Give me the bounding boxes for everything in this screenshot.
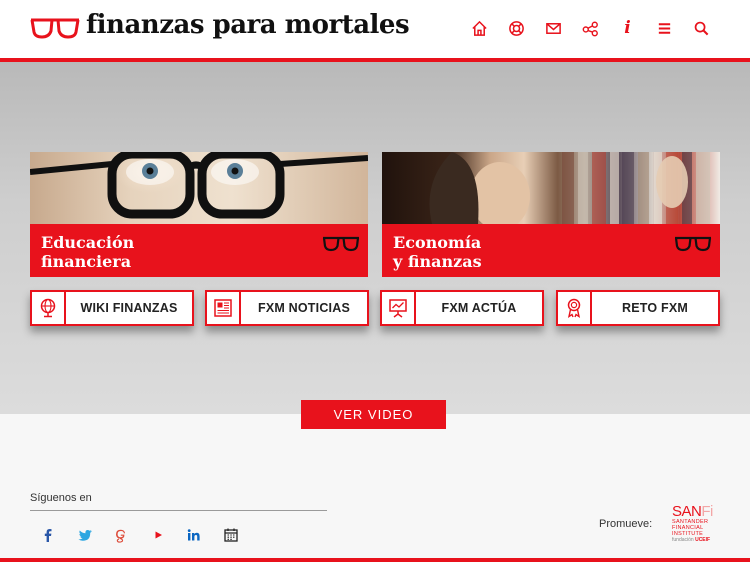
tile-fxm-noticias[interactable]: FXM NOTICIAS bbox=[205, 290, 369, 326]
glasses-logo-icon[interactable] bbox=[30, 17, 80, 39]
youtube-icon[interactable] bbox=[140, 525, 177, 545]
tile-reto-fxm[interactable]: RETO FXM bbox=[556, 290, 720, 326]
tile-label: FXM NOTICIAS bbox=[258, 301, 350, 315]
tile-wiki-finanzas[interactable]: WIKI FINANZAS bbox=[30, 290, 194, 326]
menu-icon[interactable] bbox=[646, 17, 683, 39]
calendar-icon[interactable] bbox=[213, 525, 250, 545]
card-title: Economía y finanzas bbox=[393, 233, 482, 271]
card-title-line1: Educación bbox=[41, 233, 135, 252]
facebook-icon[interactable] bbox=[30, 525, 67, 545]
sanfi-logo[interactable]: SANFi SANTANDER FINANCIAL INSTITUTE fund… bbox=[672, 504, 722, 544]
lifebuoy-icon[interactable] bbox=[498, 17, 535, 39]
header: finanzas para mortales i bbox=[0, 0, 750, 58]
card-title-line1: Economía bbox=[393, 233, 482, 252]
google-plus-icon[interactable] bbox=[103, 525, 140, 545]
footer-divider bbox=[0, 558, 750, 562]
newspaper-icon bbox=[214, 299, 232, 317]
home-icon[interactable] bbox=[461, 17, 498, 39]
award-icon bbox=[567, 298, 581, 319]
tile-label: WIKI FINANZAS bbox=[80, 301, 178, 315]
info-icon[interactable]: i bbox=[609, 17, 646, 39]
search-icon[interactable] bbox=[683, 17, 720, 39]
mail-icon[interactable] bbox=[535, 17, 572, 39]
card-educacion-financiera[interactable]: Educación financiera bbox=[30, 152, 368, 277]
tile-icon-box bbox=[207, 292, 241, 324]
card-photo-woman-glasses bbox=[30, 152, 368, 224]
tile-fxm-actua[interactable]: FXM ACTÚA bbox=[380, 290, 544, 326]
glasses-icon bbox=[674, 236, 712, 252]
social-links bbox=[30, 525, 249, 545]
linkedin-icon[interactable] bbox=[176, 525, 213, 545]
site-title[interactable]: finanzas para mortales bbox=[86, 10, 410, 40]
twitter-icon[interactable] bbox=[67, 525, 104, 545]
tile-icon-box bbox=[382, 292, 416, 324]
ver-video-button[interactable]: VER VIDEO bbox=[301, 400, 446, 429]
top-nav: i bbox=[461, 17, 720, 39]
card-title-line2: financiera bbox=[41, 252, 132, 271]
card-title: Educación financiera bbox=[41, 233, 134, 271]
presentation-icon bbox=[389, 299, 407, 318]
promote-label: Promueve: bbox=[599, 518, 653, 530]
sanfi-tag-brand: UCEIF bbox=[695, 537, 711, 543]
tile-icon-box bbox=[32, 292, 66, 324]
info-glyph: i bbox=[624, 17, 631, 38]
woman-glasses-image bbox=[30, 152, 368, 219]
tile-label: FXM ACTÚA bbox=[441, 301, 517, 315]
sanfi-logo-text: SANFi bbox=[672, 504, 722, 519]
sanfi-tagline: fundación UCEIF bbox=[672, 537, 722, 543]
follow-divider bbox=[30, 510, 327, 511]
sanfi-san: SAN bbox=[672, 503, 702, 520]
follow-label: Síguenos en bbox=[30, 492, 92, 504]
sanfi-tag-prefix: fundación bbox=[672, 537, 694, 543]
card-title-line2: y finanzas bbox=[393, 252, 482, 271]
tile-label: RETO FXM bbox=[622, 301, 688, 315]
woman-library-image bbox=[429, 152, 710, 224]
card-photo-woman-library bbox=[382, 152, 720, 224]
tile-icon-box bbox=[558, 292, 592, 324]
sanfi-fi: Fi bbox=[701, 503, 713, 520]
glasses-icon bbox=[322, 236, 360, 252]
share-icon[interactable] bbox=[572, 17, 609, 39]
globe-icon bbox=[40, 298, 56, 318]
card-economia-y-finanzas[interactable]: Economía y finanzas bbox=[382, 152, 720, 277]
